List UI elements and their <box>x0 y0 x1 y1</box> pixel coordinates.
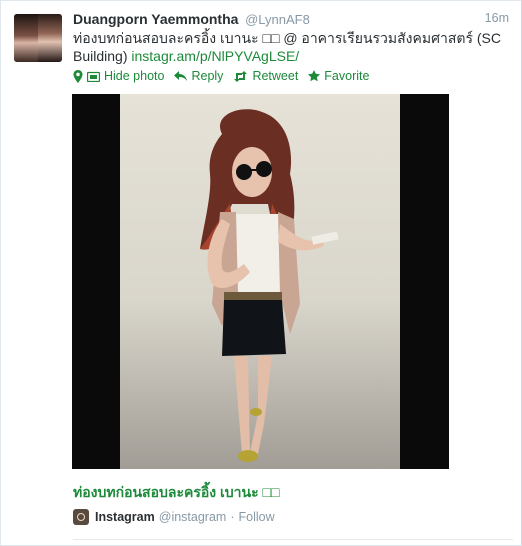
user-fullname[interactable]: Duangporn Yaemmontha <box>73 11 238 27</box>
avatar-photo-right <box>38 14 62 62</box>
retweet-label: Retweet <box>252 69 299 83</box>
tweet-header: Duangporn Yaemmontha @LynnAF8 16m <box>73 11 509 29</box>
location-pin-icon <box>73 69 83 83</box>
favorite-label: Favorite <box>324 69 370 83</box>
card-source: Instagram @instagram · Follow <box>73 509 275 525</box>
card-title[interactable]: ท่องบทก่อนสอบละครอิ้ง เบานะ □□ <box>73 482 279 504</box>
photo-icon <box>87 71 100 82</box>
tweet-photo[interactable] <box>72 94 449 469</box>
tweet-actions: Hide photo Reply Retweet Favorite <box>73 67 379 85</box>
photo-subject <box>200 109 339 462</box>
avatar-photo-left <box>14 14 38 62</box>
user-handle[interactable]: @LynnAF8 <box>245 12 310 27</box>
instagram-icon <box>73 509 89 525</box>
tweet-timestamp[interactable]: 16m <box>485 11 509 25</box>
reply-label: Reply <box>191 69 224 83</box>
tweet-container: Duangporn Yaemmontha @LynnAF8 16m ท่องบท… <box>0 0 522 546</box>
follow-button[interactable]: Follow <box>239 510 275 524</box>
reply-button[interactable]: Reply <box>174 67 223 85</box>
reply-icon <box>174 70 188 81</box>
divider <box>73 539 513 540</box>
favorite-button[interactable]: Favorite <box>308 67 369 85</box>
avatar[interactable] <box>14 14 62 62</box>
star-icon <box>308 70 321 82</box>
retweet-button[interactable]: Retweet <box>233 67 298 85</box>
hide-photo-button[interactable]: Hide photo <box>73 67 164 85</box>
tweet-link[interactable]: instagr.am/p/NlPYVAgLSE/ <box>131 48 299 64</box>
hide-photo-label: Hide photo <box>104 69 165 83</box>
source-handle[interactable]: @instagram <box>159 510 227 524</box>
retweet-icon <box>234 70 248 82</box>
source-name[interactable]: Instagram <box>95 510 155 524</box>
source-separator: · <box>230 510 235 524</box>
tweet-text: ท่องบทก่อนสอบละครอิ้ง เบานะ □□ @ อาคารเร… <box>73 29 503 65</box>
